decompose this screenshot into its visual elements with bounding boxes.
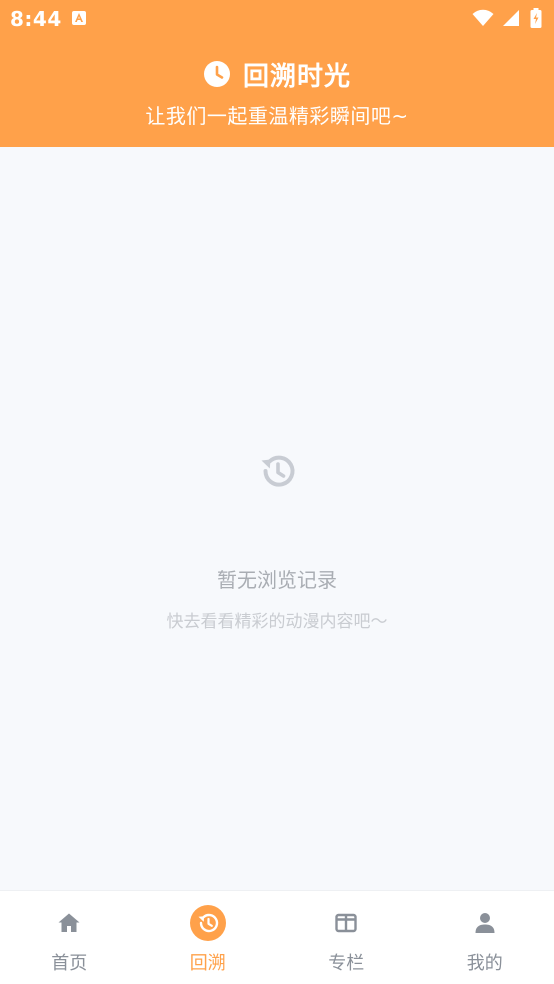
- nav-item-profile[interactable]: 我的: [416, 891, 554, 984]
- history-icon: [261, 455, 295, 487]
- status-time: 8:44: [10, 7, 62, 31]
- nav-label-home: 首页: [51, 953, 88, 974]
- nav-item-home[interactable]: 首页: [0, 891, 139, 984]
- nav-label-history: 回溯: [189, 953, 226, 974]
- columns-icon: [335, 913, 357, 933]
- page-subtitle: 让我们一起重温精彩瞬间吧~: [145, 104, 409, 128]
- bottom-nav: 首页 回溯 专栏 我的: [0, 890, 554, 984]
- battery-charging-icon: [530, 8, 542, 28]
- empty-title: 暂无浏览记录: [217, 568, 337, 592]
- status-bar: 8:44: [0, 0, 554, 40]
- header-title-row: 回溯时光: [0, 56, 554, 92]
- clock-icon: [203, 61, 230, 87]
- nav-item-history[interactable]: 回溯: [139, 891, 278, 984]
- home-icon: [58, 913, 80, 932]
- signal-icon: [503, 10, 519, 26]
- empty-state: 暂无浏览记录 快去看看精彩的动漫内容吧～: [0, 147, 554, 890]
- nav-item-columns[interactable]: 专栏: [277, 891, 416, 984]
- history-icon: [198, 913, 218, 933]
- header: 8:44 回溯时光 让我们一起重温精彩瞬间吧~: [0, 0, 554, 147]
- nav-label-columns: 专栏: [328, 953, 365, 974]
- wifi-icon: [472, 9, 494, 26]
- empty-subtitle: 快去看看精彩的动漫内容吧～: [166, 612, 388, 632]
- app-notification-icon: [72, 11, 86, 25]
- screen: 8:44 回溯时光 让我们一起重温精彩瞬间吧~ 暂无浏览记录 快去看看精彩的动漫…: [0, 0, 554, 984]
- page-title: 回溯时光: [242, 61, 351, 92]
- person-icon: [475, 913, 495, 933]
- nav-label-profile: 我的: [466, 953, 503, 974]
